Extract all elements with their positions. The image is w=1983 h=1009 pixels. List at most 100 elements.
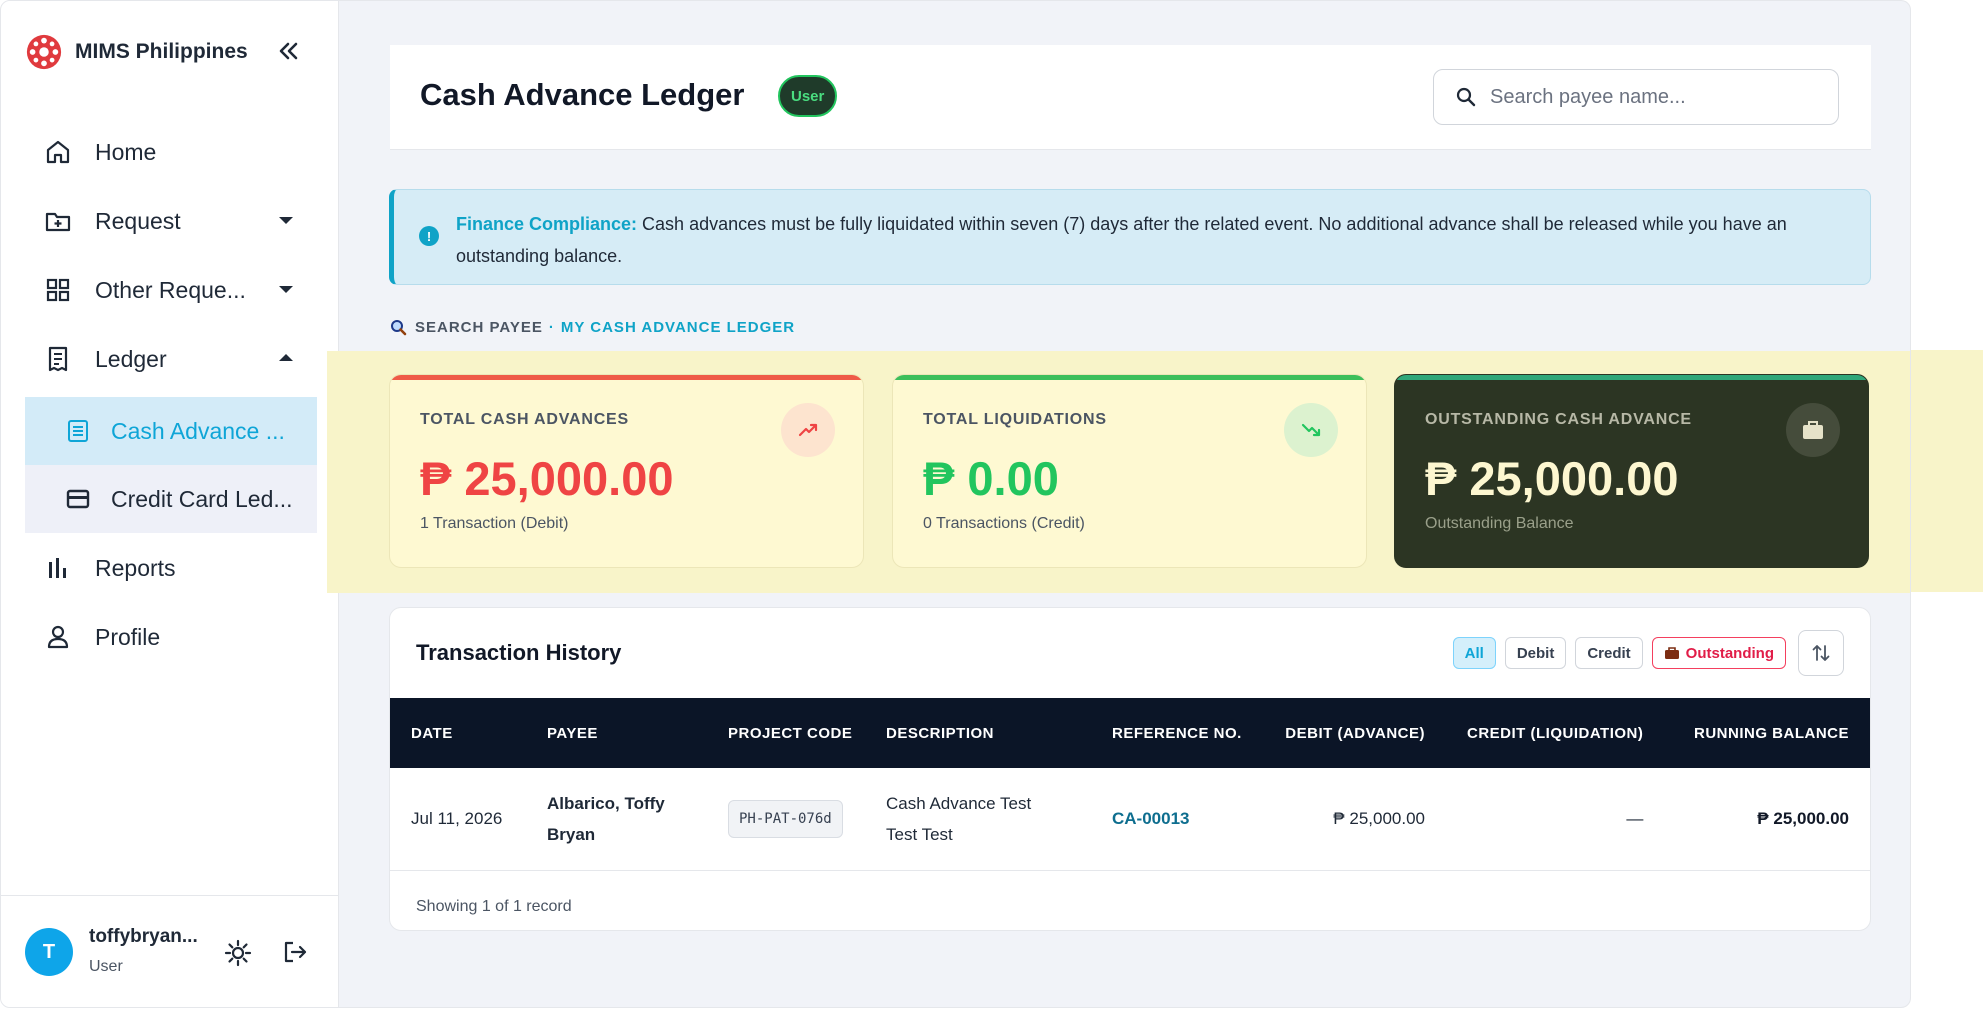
column-header[interactable]: RUNNING BALANCE bbox=[1664, 698, 1870, 768]
sidebar-item-label: Request bbox=[95, 207, 181, 234]
table-row[interactable]: Jul 11, 2026 Albarico, Toffy Bryan PH-PA… bbox=[390, 768, 1870, 870]
card-label: OUTSTANDING CASH ADVANCE bbox=[1425, 411, 1692, 428]
breadcrumb-search-payee[interactable]: SEARCH PAYEE bbox=[415, 319, 543, 336]
magnifier-icon bbox=[391, 320, 407, 336]
cell-credit: — bbox=[1626, 809, 1644, 829]
card-value: ₱ 25,000.00 bbox=[420, 452, 674, 505]
chevron-up-icon bbox=[279, 354, 293, 361]
sidebar-item-profile[interactable]: Profile bbox=[25, 606, 317, 668]
breadcrumb: SEARCH PAYEE · MY CASH ADVANCE LEDGER bbox=[390, 319, 795, 336]
sidebar-item-other-requests[interactable]: Other Reque... bbox=[25, 259, 317, 321]
card-value: ₱ 25,000.00 bbox=[1425, 452, 1679, 505]
page-title: Cash Advance Ledger bbox=[420, 77, 745, 112]
column-header[interactable]: REFERENCE NO. bbox=[1091, 698, 1255, 768]
cell-description: Cash Advance Test Test Test bbox=[886, 793, 1032, 844]
folder-plus-icon bbox=[45, 212, 71, 232]
sidebar-item-ledger[interactable]: Ledger bbox=[25, 328, 317, 390]
sidebar-item-label: Home bbox=[95, 138, 157, 165]
app-window: MIMS Philippines Home Request Other Requ… bbox=[0, 0, 1911, 1008]
sidebar-item-label: Cash Advance ... bbox=[111, 417, 285, 444]
sun-icon[interactable] bbox=[223, 938, 253, 968]
user-icon bbox=[47, 625, 69, 649]
ledger-submenu: Cash Advance ... Credit Card Led... bbox=[25, 397, 317, 533]
user-name: toffybryan... bbox=[89, 926, 198, 947]
breadcrumb-current: MY CASH ADVANCE LEDGER bbox=[560, 319, 796, 336]
sidebar-item-credit-card-ledger[interactable]: Credit Card Led... bbox=[25, 465, 317, 533]
outstanding-cash-advance-card: OUTSTANDING CASH ADVANCE ₱ 25,000.00 Out… bbox=[1394, 374, 1869, 568]
brand-logo-icon bbox=[26, 34, 62, 70]
filter-all-button[interactable]: All bbox=[1452, 637, 1496, 669]
column-header[interactable]: DATE bbox=[390, 698, 526, 768]
avatar[interactable]: T bbox=[25, 928, 73, 976]
notice-text: Finance Compliance: Cash advances must b… bbox=[456, 208, 1836, 272]
cell-payee: Albarico, Toffy Bryan bbox=[547, 793, 665, 844]
ledger-icon bbox=[48, 346, 68, 372]
brand-name: MIMS Philippines bbox=[75, 40, 248, 63]
card-accent-bar bbox=[1395, 375, 1868, 380]
filter-outstanding-label: Outstanding bbox=[1685, 644, 1774, 662]
sort-icon bbox=[1812, 645, 1830, 661]
search-input[interactable] bbox=[1490, 85, 1810, 109]
sort-button[interactable] bbox=[1798, 630, 1844, 676]
trending-up-icon bbox=[781, 403, 835, 457]
card-label: TOTAL LIQUIDATIONS bbox=[923, 411, 1107, 428]
card-accent-bar bbox=[390, 375, 863, 380]
column-header[interactable]: CREDIT (LIQUIDATION) bbox=[1446, 698, 1664, 768]
brand[interactable]: MIMS Philippines bbox=[25, 33, 248, 71]
filter-group: All Debit Credit Outstanding bbox=[1444, 630, 1844, 676]
sidebar-item-label: Other Reque... bbox=[95, 276, 246, 303]
info-icon: ! bbox=[419, 226, 439, 246]
filter-outstanding-button[interactable]: Outstanding bbox=[1651, 637, 1786, 669]
sidebar-item-home[interactable]: Home bbox=[25, 121, 317, 183]
trending-down-icon bbox=[1284, 403, 1338, 457]
card-subtext: 1 Transaction (Debit) bbox=[420, 515, 569, 532]
chevron-down-icon bbox=[279, 286, 293, 293]
bar-chart-icon bbox=[49, 558, 66, 578]
selection-highlight-extension bbox=[1911, 350, 1983, 592]
collapse-sidebar-icon[interactable] bbox=[275, 37, 301, 65]
logout-icon[interactable] bbox=[281, 938, 309, 966]
filter-debit-button[interactable]: Debit bbox=[1504, 637, 1567, 669]
transactions-table: DATE PAYEE PROJECT CODE DESCRIPTION REFE… bbox=[390, 698, 1870, 871]
sidebar-item-label: Profile bbox=[95, 623, 161, 650]
credit-card-icon bbox=[66, 489, 90, 509]
transaction-history-panel: Transaction History All Debit Credit Out… bbox=[389, 607, 1871, 931]
card-subtext: Outstanding Balance bbox=[1425, 515, 1574, 532]
sidebar-item-label: Ledger bbox=[95, 345, 167, 372]
sidebar-item-label: Credit Card Led... bbox=[111, 485, 293, 512]
column-header[interactable]: DEBIT (ADVANCE) bbox=[1255, 698, 1446, 768]
record-count: Showing 1 of 1 record bbox=[416, 898, 572, 915]
card-value: ₱ 0.00 bbox=[923, 452, 1059, 505]
card-label: TOTAL CASH ADVANCES bbox=[420, 411, 629, 428]
cell-project-code: PH-PAT-076d bbox=[707, 768, 865, 870]
reference-link[interactable]: CA-00013 bbox=[1112, 809, 1190, 828]
search-icon bbox=[1456, 87, 1476, 107]
sidebar-item-request[interactable]: Request bbox=[25, 190, 317, 252]
project-code-badge: PH-PAT-076d bbox=[728, 799, 843, 838]
filter-credit-button[interactable]: Credit bbox=[1575, 637, 1643, 669]
finance-compliance-notice: ! Finance Compliance: Cash advances must… bbox=[389, 189, 1871, 285]
total-liquidations-card: TOTAL LIQUIDATIONS ₱ 0.00 0 Transactions… bbox=[892, 374, 1367, 568]
notice-body: Cash advances must be fully liquidated w… bbox=[456, 214, 1787, 266]
column-header[interactable]: PROJECT CODE bbox=[707, 698, 865, 768]
home-icon bbox=[46, 140, 70, 164]
grid-icon bbox=[46, 278, 70, 302]
table-header-row: DATE PAYEE PROJECT CODE DESCRIPTION REFE… bbox=[390, 698, 1870, 768]
column-header[interactable]: DESCRIPTION bbox=[865, 698, 1091, 768]
search-box[interactable] bbox=[1433, 69, 1839, 125]
cell-date: Jul 11, 2026 bbox=[411, 809, 503, 829]
notice-title: Finance Compliance: bbox=[456, 214, 638, 234]
document-list-icon bbox=[68, 420, 88, 442]
sidebar-item-reports[interactable]: Reports bbox=[25, 537, 317, 599]
briefcase-icon bbox=[1786, 403, 1840, 457]
column-header[interactable]: PAYEE bbox=[526, 698, 707, 768]
user-panel: T toffybryan... User bbox=[1, 895, 339, 1007]
section-title: Transaction History bbox=[416, 640, 622, 665]
cell-running-balance: ₱ 25,000.00 bbox=[1757, 809, 1849, 829]
cell-debit: ₱ 25,000.00 bbox=[1333, 809, 1425, 829]
breadcrumb-separator: · bbox=[548, 319, 555, 336]
sidebar-item-cash-advance-ledger[interactable]: Cash Advance ... bbox=[25, 397, 317, 465]
chevron-down-icon bbox=[279, 217, 293, 224]
total-cash-advances-card: TOTAL CASH ADVANCES ₱ 25,000.00 1 Transa… bbox=[389, 374, 864, 568]
sidebar: MIMS Philippines Home Request Other Requ… bbox=[1, 1, 339, 1007]
